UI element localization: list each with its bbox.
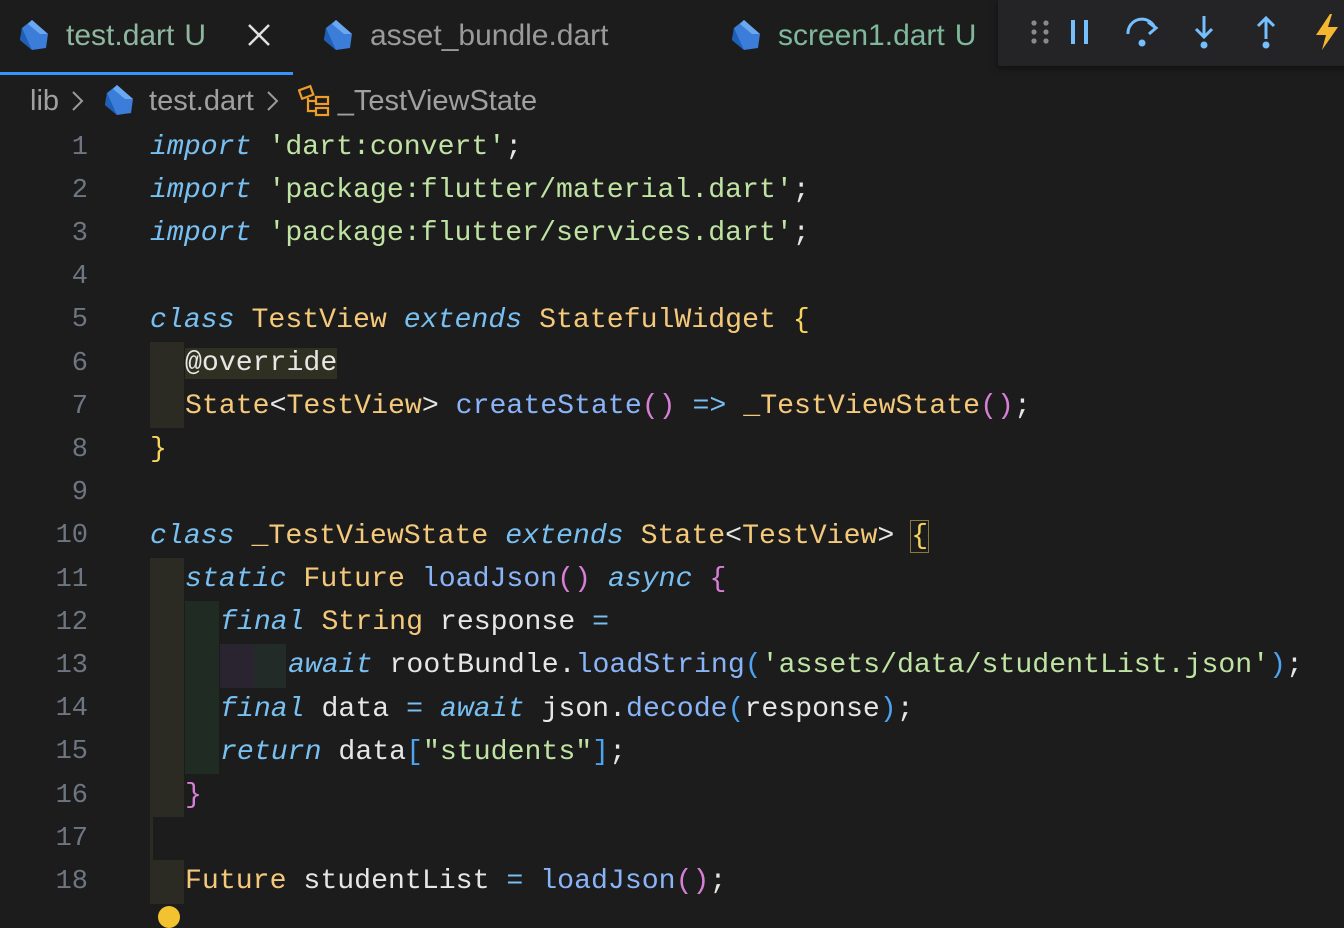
code-line: 15 return data["students"];	[0, 730, 1344, 774]
line-number: 1	[71, 132, 88, 163]
code-text: @override	[185, 348, 338, 380]
code-line: 9	[0, 472, 1344, 515]
indent-guide	[185, 687, 219, 731]
hot-reload-icon[interactable]	[1308, 12, 1344, 52]
code-text: import 'dart:convert';	[150, 132, 523, 164]
modified-indicator: U	[184, 19, 207, 52]
code-editor[interactable]: 1 import 'dart:convert'; 2 import 'packa…	[0, 126, 1344, 928]
line-number: 18	[55, 866, 88, 897]
line-number: 9	[71, 478, 88, 509]
code-line: 5 class TestView extends StatefulWidget …	[0, 299, 1344, 342]
code-line: 7 State<TestView> createState() => _Test…	[0, 385, 1344, 429]
line-number: 15	[55, 737, 88, 768]
chevron-right-icon	[267, 91, 279, 111]
code-line: 17	[0, 817, 1344, 861]
code-line: 16 }	[0, 774, 1344, 818]
code-line: 13 await rootBundle.loadString('assets/d…	[0, 644, 1344, 688]
line-number: 6	[71, 348, 88, 379]
code-text: final data = await json.decode(response)…	[220, 693, 914, 725]
line-number: 16	[55, 780, 88, 811]
indent-guide	[150, 730, 184, 774]
line-number: 10	[55, 521, 88, 552]
indent-guide	[185, 601, 219, 645]
line-number: 3	[71, 218, 88, 249]
indent-guide	[150, 817, 153, 861]
tab-screen1-dart[interactable]: screen1.dart U	[728, 0, 976, 72]
step-out-icon[interactable]	[1246, 12, 1286, 52]
lightbulb-icon[interactable]	[158, 906, 180, 928]
code-text: class TestView extends StatefulWidget {	[150, 304, 810, 336]
code-text: class _TestViewState extends State<TestV…	[150, 519, 930, 553]
tab-label: asset_bundle.dart	[370, 19, 609, 52]
code-line: 1 import 'dart:convert';	[0, 126, 1344, 169]
drag-handle-icon[interactable]	[1020, 12, 1060, 52]
indent-guide	[185, 644, 219, 688]
pause-icon[interactable]	[1060, 12, 1100, 52]
code-line: 3 import 'package:flutter/services.dart'…	[0, 212, 1344, 255]
code-text: }	[185, 780, 202, 812]
breadcrumb-symbol[interactable]: _TestViewState	[338, 85, 537, 118]
indent-guide	[150, 558, 184, 602]
dart-logo-icon	[105, 85, 134, 115]
indent-guide	[150, 774, 184, 818]
tab-label: test.dart	[66, 19, 175, 52]
indent-guide	[150, 687, 184, 731]
indent-guide	[150, 860, 184, 904]
code-line: 18 Future studentList = loadJson();	[0, 860, 1344, 904]
indent-guide	[185, 730, 219, 774]
line-number: 5	[71, 305, 88, 336]
code-text: import 'package:flutter/services.dart';	[150, 218, 810, 250]
code-text: await rootBundle.loadString('assets/data…	[288, 650, 1303, 682]
line-number: 14	[55, 694, 88, 725]
editor-tab-bar: test.dart U asset_bundle.dart screen1.da…	[0, 0, 1344, 75]
chevron-right-icon	[72, 91, 84, 111]
line-number: 11	[55, 564, 88, 595]
code-line: 11 static Future loadJson() async {	[0, 558, 1344, 602]
dart-logo-icon	[324, 20, 352, 50]
code-line: 8 }	[0, 428, 1344, 471]
active-tab-indicator	[0, 72, 293, 75]
class-symbol-icon	[297, 84, 329, 117]
line-number: 17	[55, 823, 88, 854]
code-text: static Future loadJson() async {	[185, 564, 727, 596]
code-line: 14 final data = await json.decode(respon…	[0, 687, 1344, 731]
indent-guide	[150, 385, 184, 429]
step-over-icon[interactable]	[1122, 12, 1162, 52]
line-number: 2	[71, 175, 88, 206]
debug-toolbar	[998, 0, 1344, 66]
code-text: Future studentList = loadJson();	[185, 866, 727, 898]
dart-logo-icon	[20, 20, 48, 50]
breadcrumb-file[interactable]: test.dart	[149, 85, 254, 118]
code-line: 4	[0, 256, 1344, 299]
tab-label: screen1.dart	[778, 19, 945, 52]
line-number: 8	[71, 434, 88, 465]
tab-asset-bundle-dart[interactable]: asset_bundle.dart	[320, 0, 609, 72]
indent-guide	[150, 644, 184, 688]
line-number: 13	[55, 650, 88, 681]
code-text: }	[150, 434, 167, 466]
code-text: final String response =	[220, 607, 610, 639]
modified-indicator: U	[954, 19, 977, 52]
breadcrumb: lib test.dart _TestViewState	[30, 78, 537, 124]
line-number: 7	[71, 391, 88, 422]
line-number: 12	[55, 607, 88, 638]
dart-logo-icon	[732, 20, 760, 50]
code-line: 6 @override	[0, 342, 1344, 386]
code-line: 2 import 'package:flutter/material.dart'…	[0, 169, 1344, 212]
tab-test-dart[interactable]: test.dart U	[16, 0, 206, 72]
indent-guide	[150, 342, 184, 386]
line-number: 4	[71, 262, 88, 293]
code-text: import 'package:flutter/material.dart';	[150, 175, 810, 207]
breadcrumb-folder[interactable]: lib	[30, 85, 59, 118]
step-into-icon[interactable]	[1184, 12, 1224, 52]
code-line: 10 class _TestViewState extends State<Te…	[0, 515, 1344, 558]
indent-guide	[254, 644, 286, 688]
code-text: return data["students"];	[220, 736, 627, 768]
code-text: State<TestView> createState() => _TestVi…	[185, 391, 1031, 423]
indent-guide	[220, 644, 254, 688]
close-tab-icon[interactable]	[246, 22, 272, 48]
indent-guide	[150, 601, 184, 645]
code-line: 12 final String response =	[0, 601, 1344, 645]
